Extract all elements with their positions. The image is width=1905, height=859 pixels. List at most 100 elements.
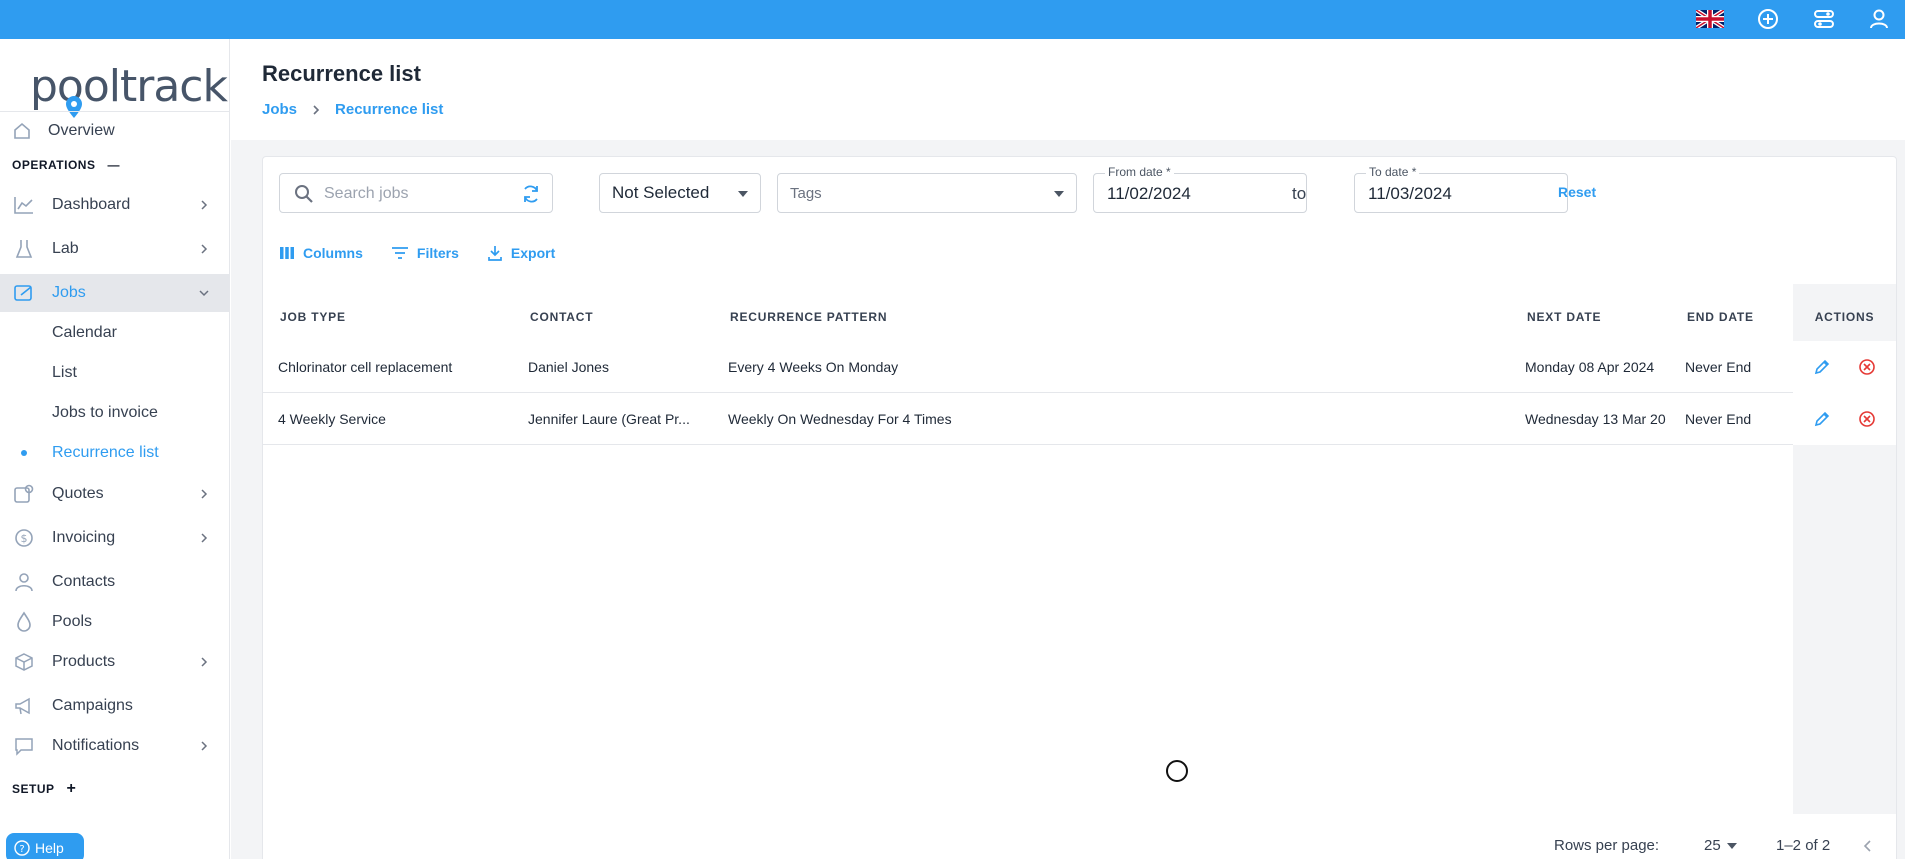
table-row[interactable]: 4 Weekly Service Jennifer Laure (Great P…	[263, 393, 1793, 445]
sidebar-item-invoicing[interactable]: $ Invoicing	[0, 519, 229, 557]
sidebar-item-jobs[interactable]: Jobs	[0, 274, 229, 312]
search-input[interactable]	[324, 182, 504, 206]
delete-circle-icon[interactable]	[1858, 358, 1876, 376]
chevron-right-icon	[201, 489, 208, 499]
columns-button[interactable]: Columns	[279, 245, 363, 261]
dropdown-arrow-icon	[1726, 842, 1737, 849]
dropdown-arrow-icon	[1054, 191, 1064, 197]
sidebar-item-campaigns[interactable]: Campaigns	[0, 687, 229, 725]
cell-next-date: Monday 08 Apr 2024	[1525, 359, 1655, 375]
breadcrumb-recurrence-list[interactable]: Recurrence list	[335, 101, 443, 118]
column-header-next-date[interactable]: NEXT DATE	[1527, 293, 1601, 341]
edit-pencil-icon[interactable]	[1813, 410, 1831, 428]
row-actions	[1793, 393, 1896, 445]
breadcrumb-jobs[interactable]: Jobs	[262, 101, 297, 118]
cell-contact: Jennifer Laure (Great Pr...	[528, 411, 690, 427]
help-button[interactable]: ? Help	[6, 833, 84, 859]
column-header-contact[interactable]: CONTACT	[530, 293, 593, 341]
rows-per-page-label: Rows per page:	[1554, 837, 1660, 854]
sidebar-subitem-recurrence-list[interactable]: Recurrence list	[0, 435, 229, 471]
cell-next-date: Wednesday 13 Mar 20	[1525, 411, 1666, 427]
to-date-field[interactable]: To date * 11/03/2024	[1354, 165, 1568, 213]
dollar-icon: $	[12, 526, 36, 550]
jobs-icon	[12, 281, 36, 305]
pagination-range: 1–2 of 2	[1776, 837, 1831, 854]
cell-end-date: Never End	[1685, 359, 1752, 375]
sidebar-subitem-jobs-to-invoice[interactable]: Jobs to invoice	[0, 395, 229, 431]
reset-button[interactable]: Reset	[1558, 184, 1596, 200]
uk-flag-icon[interactable]	[1695, 4, 1725, 34]
cell-end-date: Never End	[1685, 411, 1752, 427]
cell-job-type: 4 Weekly Service	[278, 411, 386, 427]
sidebar-item-dashboard[interactable]: Dashboard	[0, 186, 229, 224]
column-header-recurrence-pattern[interactable]: RECURRENCE PATTERN	[730, 293, 887, 341]
columns-icon	[280, 247, 294, 259]
box-icon	[12, 650, 36, 674]
sidebar-item-overview[interactable]: Overview	[0, 112, 229, 150]
cell-job-type: Chlorinator cell replacement	[278, 359, 453, 375]
status-select[interactable]: Not Selected	[599, 173, 761, 213]
download-icon	[488, 246, 502, 261]
main-content: Recurrence list Jobs Recurrence list Not…	[231, 39, 1905, 859]
chevron-right-icon	[201, 200, 208, 210]
from-date-field[interactable]: From date * 11/02/2024	[1093, 165, 1307, 213]
svg-text:?: ?	[19, 844, 24, 855]
chevron-right-icon	[313, 104, 320, 115]
add-circle-icon[interactable]	[1753, 4, 1783, 34]
chat-icon	[12, 734, 36, 758]
search-field[interactable]	[279, 173, 553, 213]
search-icon	[295, 185, 313, 203]
export-button[interactable]: Export	[487, 245, 555, 261]
cell-recurrence-pattern: Weekly On Wednesday For 4 Times	[728, 411, 952, 427]
chevron-down-icon	[199, 290, 209, 297]
previous-page-icon[interactable]	[1861, 839, 1875, 853]
column-header-job-type[interactable]: JOB TYPE	[280, 293, 346, 341]
operations-section[interactable]: OPERATIONS —	[12, 158, 120, 172]
cell-contact: Daniel Jones	[528, 359, 609, 375]
sidebar-subitem-calendar[interactable]: Calendar	[0, 315, 229, 351]
drop-icon	[12, 610, 36, 634]
sidebar: pooltrackr Overview OPERATIONS — Dashboa…	[0, 39, 245, 859]
chevron-right-icon	[201, 657, 208, 667]
svg-text:$: $	[21, 532, 28, 545]
table-header: JOB TYPE CONTACT RECURRENCE PATTERN NEXT…	[263, 293, 1896, 341]
sidebar-item-notifications[interactable]: Notifications	[0, 727, 229, 765]
help-circle-icon: ?	[14, 840, 30, 856]
table-row[interactable]: Chlorinator cell replacement Daniel Jone…	[263, 341, 1793, 393]
date-range-separator: to	[1292, 184, 1307, 203]
sidebar-item-pools[interactable]: Pools	[0, 603, 229, 641]
dropdown-arrow-icon	[738, 191, 748, 197]
user-icon[interactable]	[1864, 4, 1894, 34]
filters-button[interactable]: Filters	[391, 245, 459, 261]
top-bar	[0, 0, 1905, 39]
setup-section[interactable]: SETUP +	[12, 780, 76, 798]
sidebar-nav: Overview OPERATIONS — Dashboard Lab Jobs…	[0, 111, 229, 859]
edit-pencil-icon[interactable]	[1813, 358, 1831, 376]
mouse-cursor	[1166, 760, 1188, 782]
recurrence-card: Not Selected Tags From date * 11/02/2024…	[262, 156, 1897, 859]
settings-sliders-icon[interactable]	[1809, 4, 1839, 34]
pagination: Rows per page: 25 1–2 of 2	[263, 827, 1896, 859]
sidebar-item-contacts[interactable]: Contacts	[0, 563, 229, 601]
column-header-end-date[interactable]: END DATE	[1687, 293, 1754, 341]
expand-toggle: +	[66, 780, 77, 797]
sidebar-item-quotes[interactable]: Quotes	[0, 475, 229, 513]
sidebar-item-products[interactable]: Products	[0, 643, 229, 681]
refresh-icon[interactable]	[520, 183, 542, 205]
tags-select[interactable]: Tags	[777, 173, 1077, 213]
pooltrackr-logo[interactable]: pooltrackr	[30, 53, 245, 118]
cell-recurrence-pattern: Every 4 Weeks On Monday	[728, 359, 899, 375]
rows-per-page-select[interactable]: 25	[1704, 837, 1737, 854]
chart-line-icon	[12, 193, 36, 217]
breadcrumb: Jobs Recurrence list	[262, 101, 443, 118]
page-header: Recurrence list Jobs Recurrence list	[231, 39, 1905, 140]
quote-icon	[12, 482, 36, 506]
table-toolbar: Columns Filters Export	[279, 245, 555, 261]
delete-circle-icon[interactable]	[1858, 410, 1876, 428]
chevron-right-icon	[201, 244, 208, 254]
row-actions	[1793, 341, 1896, 393]
sidebar-subitem-list[interactable]: List	[0, 355, 229, 391]
collapse-toggle: —	[107, 158, 120, 172]
sidebar-item-lab[interactable]: Lab	[0, 230, 229, 268]
chevron-right-icon	[201, 741, 208, 751]
